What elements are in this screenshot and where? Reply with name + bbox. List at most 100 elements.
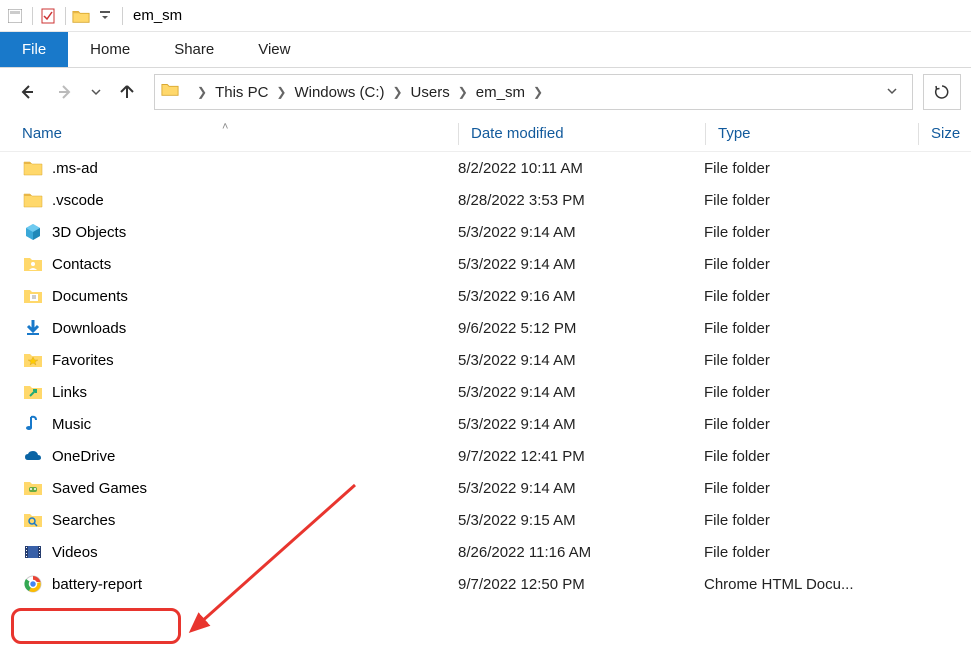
file-name: Saved Games	[52, 480, 458, 497]
file-icon	[22, 509, 44, 531]
file-name: Contacts	[52, 256, 458, 273]
file-date: 5/3/2022 9:14 AM	[458, 352, 704, 369]
window-title: em_sm	[133, 7, 182, 24]
file-icon	[22, 573, 44, 595]
file-type: File folder	[704, 320, 904, 337]
file-name: OneDrive	[52, 448, 458, 465]
chevron-right-icon[interactable]: ❯	[276, 85, 286, 99]
folder-icon	[70, 5, 92, 27]
refresh-button[interactable]	[923, 74, 961, 110]
column-type[interactable]: Type	[718, 125, 918, 142]
file-row[interactable]: Music5/3/2022 9:14 AMFile folder	[22, 408, 971, 440]
file-type: File folder	[704, 480, 904, 497]
column-size[interactable]: Size	[931, 125, 971, 142]
system-menu-icon[interactable]	[4, 5, 26, 27]
share-tab[interactable]: Share	[152, 32, 236, 67]
file-icon	[22, 445, 44, 467]
file-date: 9/7/2022 12:50 PM	[458, 576, 704, 593]
file-icon	[22, 349, 44, 371]
file-date: 5/3/2022 9:14 AM	[458, 256, 704, 273]
file-icon	[22, 317, 44, 339]
chevron-right-icon[interactable]: ❯	[458, 85, 468, 99]
file-row[interactable]: Downloads9/6/2022 5:12 PMFile folder	[22, 312, 971, 344]
file-row[interactable]: 3D Objects5/3/2022 9:14 AMFile folder	[22, 216, 971, 248]
file-date: 9/7/2022 12:41 PM	[458, 448, 704, 465]
chevron-right-icon[interactable]: ❯	[533, 85, 543, 99]
chevron-right-icon[interactable]: ❯	[197, 85, 207, 99]
file-type: File folder	[704, 416, 904, 433]
annotation-highlight	[11, 608, 181, 644]
file-name: Downloads	[52, 320, 458, 337]
breadcrumb-this-pc[interactable]: This PC	[215, 84, 268, 101]
file-row[interactable]: Contacts5/3/2022 9:14 AMFile folder	[22, 248, 971, 280]
sort-indicator-icon: ˄	[222, 121, 228, 133]
file-icon	[22, 221, 44, 243]
file-type: Chrome HTML Docu...	[704, 576, 904, 593]
file-name: Links	[52, 384, 458, 401]
file-icon	[22, 253, 44, 275]
recent-locations-button[interactable]	[86, 75, 106, 109]
breadcrumb-drive[interactable]: Windows (C:)	[294, 84, 384, 101]
file-date: 5/3/2022 9:14 AM	[458, 416, 704, 433]
file-row[interactable]: battery-report9/7/2022 12:50 PMChrome HT…	[22, 568, 971, 600]
file-type: File folder	[704, 224, 904, 241]
file-row[interactable]: Documents5/3/2022 9:16 AMFile folder	[22, 280, 971, 312]
title-bar: em_sm	[0, 0, 971, 32]
file-row[interactable]: .ms-ad8/2/2022 10:11 AMFile folder	[22, 152, 971, 184]
file-row[interactable]: Links5/3/2022 9:14 AMFile folder	[22, 376, 971, 408]
file-date: 5/3/2022 9:14 AM	[458, 384, 704, 401]
file-row[interactable]: OneDrive9/7/2022 12:41 PMFile folder	[22, 440, 971, 472]
file-name: battery-report	[52, 576, 458, 593]
file-icon	[22, 381, 44, 403]
column-name[interactable]: Name ˄	[22, 125, 458, 142]
file-row[interactable]: Saved Games5/3/2022 9:14 AMFile folder	[22, 472, 971, 504]
file-icon	[22, 157, 44, 179]
ribbon: File Home Share View	[0, 32, 971, 68]
file-date: 8/28/2022 3:53 PM	[458, 192, 704, 209]
file-date: 8/26/2022 11:16 AM	[458, 544, 704, 561]
file-name: Searches	[52, 512, 458, 529]
file-type: File folder	[704, 160, 904, 177]
file-row[interactable]: .vscode8/28/2022 3:53 PMFile folder	[22, 184, 971, 216]
forward-button[interactable]	[48, 75, 82, 109]
address-bar[interactable]: ❯ This PC ❯ Windows (C:) ❯ Users ❯ em_sm…	[154, 74, 913, 110]
column-name-label: Name	[22, 125, 62, 142]
file-date: 5/3/2022 9:14 AM	[458, 480, 704, 497]
file-name: Favorites	[52, 352, 458, 369]
file-type: File folder	[704, 192, 904, 209]
file-type: File folder	[704, 352, 904, 369]
file-type: File folder	[704, 288, 904, 305]
breadcrumb-users[interactable]: Users	[411, 84, 450, 101]
file-date: 5/3/2022 9:14 AM	[458, 224, 704, 241]
file-date: 9/6/2022 5:12 PM	[458, 320, 704, 337]
file-date: 5/3/2022 9:16 AM	[458, 288, 704, 305]
breadcrumb-current[interactable]: em_sm	[476, 84, 525, 101]
file-icon	[22, 189, 44, 211]
back-button[interactable]	[10, 75, 44, 109]
quick-access-dropdown-icon[interactable]	[94, 5, 116, 27]
file-date: 5/3/2022 9:15 AM	[458, 512, 704, 529]
file-name: .ms-ad	[52, 160, 458, 177]
file-name: Documents	[52, 288, 458, 305]
up-button[interactable]	[110, 75, 144, 109]
file-icon	[22, 285, 44, 307]
file-tab[interactable]: File	[0, 32, 68, 67]
properties-icon[interactable]	[37, 5, 59, 27]
column-date[interactable]: Date modified	[471, 125, 705, 142]
file-icon	[22, 541, 44, 563]
file-name: 3D Objects	[52, 224, 458, 241]
file-type: File folder	[704, 384, 904, 401]
file-icon	[22, 477, 44, 499]
file-type: File folder	[704, 448, 904, 465]
file-type: File folder	[704, 256, 904, 273]
file-row[interactable]: Videos8/26/2022 11:16 AMFile folder	[22, 536, 971, 568]
file-name: .vscode	[52, 192, 458, 209]
file-row[interactable]: Favorites5/3/2022 9:14 AMFile folder	[22, 344, 971, 376]
address-dropdown-icon[interactable]	[878, 84, 906, 100]
view-tab[interactable]: View	[236, 32, 312, 67]
file-date: 8/2/2022 10:11 AM	[458, 160, 704, 177]
home-tab[interactable]: Home	[68, 32, 152, 67]
address-folder-icon	[161, 81, 183, 103]
chevron-right-icon[interactable]: ❯	[392, 85, 402, 99]
file-row[interactable]: Searches5/3/2022 9:15 AMFile folder	[22, 504, 971, 536]
